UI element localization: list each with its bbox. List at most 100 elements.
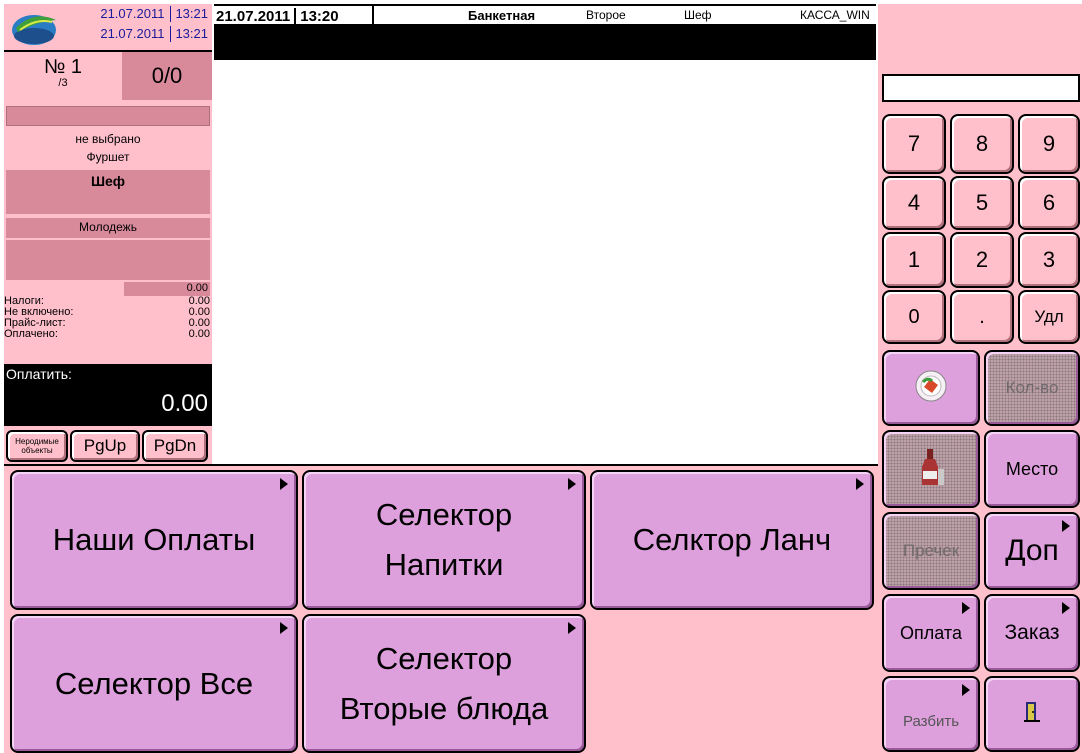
selector-main-courses[interactable]: Селектор Вторые блюда [302, 614, 586, 753]
bottles-button[interactable] [882, 430, 980, 508]
key-8-label: 8 [975, 131, 989, 156]
pgup-button[interactable]: PgUp [70, 430, 140, 462]
order-sub: /3 [58, 77, 68, 89]
split-button[interactable]: Разбить [882, 676, 980, 752]
bottles-icon [916, 447, 946, 492]
key-9[interactable]: 9 [1018, 114, 1080, 174]
selector-lunch[interactable]: Селктор Ланч [590, 470, 874, 610]
submenu-arrow-icon [568, 622, 576, 634]
key-1-label: 1 [907, 247, 921, 272]
key-4-label: 4 [907, 190, 921, 215]
submenu-arrow-icon [1062, 602, 1070, 614]
key-8[interactable]: 8 [950, 114, 1014, 174]
selector-all[interactable]: Селектор Все [10, 614, 298, 753]
header-black-bar [214, 24, 876, 60]
submenu-arrow-icon [962, 684, 970, 696]
submenu-arrow-icon [568, 478, 576, 490]
key-dot[interactable]: . [950, 290, 1014, 344]
hall-name: Банкетная [468, 8, 536, 23]
amount-value: 0.00 [186, 282, 208, 294]
extra-button[interactable]: Доп [984, 512, 1080, 590]
paid-label: Оплачено: [4, 328, 58, 340]
selector-all-label: Селектор Все [54, 665, 254, 701]
objects-label: Неродимые объекты [15, 437, 59, 455]
exit-button[interactable] [984, 676, 1080, 752]
submenu-arrow-icon [1062, 520, 1070, 532]
selector-drinks-line1: Селектор [375, 497, 513, 532]
date-bottom: 21.07.2011 13:21 [66, 26, 212, 42]
key-delete-label: Удл [1034, 307, 1064, 326]
info-line-4: Молодежь [6, 218, 210, 238]
selector-main-courses-line1: Селектор [375, 640, 513, 676]
paid-value: 0.00 [188, 328, 210, 340]
precheck-button[interactable]: Пречек [882, 512, 980, 590]
key-9-label: 9 [1042, 131, 1056, 156]
key-dot-label: . [979, 305, 985, 328]
status-strip [6, 106, 210, 126]
key-0[interactable]: 0 [882, 290, 946, 344]
key-1[interactable]: 1 [882, 232, 946, 288]
amount-left [6, 282, 124, 296]
submenu-arrow-icon [280, 478, 288, 490]
selector-drinks[interactable]: Селектор Напитки [302, 470, 586, 610]
pgup-label: PgUp [83, 436, 127, 455]
to-pay-box: Оплатить: 0.00 [4, 364, 212, 426]
pgdn-button[interactable]: PgDn [142, 430, 208, 462]
input-field[interactable] [882, 74, 1080, 102]
key-7[interactable]: 7 [882, 114, 946, 174]
key-5[interactable]: 5 [950, 176, 1014, 230]
logo [6, 8, 62, 48]
empty-field [6, 240, 210, 280]
selector-our-payments[interactable]: Наши Оплаты [10, 470, 298, 610]
key-6-label: 6 [1042, 190, 1056, 215]
info-line-2: Фуршет [6, 150, 210, 168]
food-plate-icon [914, 369, 948, 408]
selector-lunch-label: Селктор Ланч [632, 522, 832, 557]
to-pay-value: 0.00 [161, 390, 208, 417]
order-counter: 0/0 [151, 63, 183, 88]
objects-button[interactable]: Неродимые объекты [6, 430, 68, 462]
submenu-arrow-icon [962, 602, 970, 614]
payment-button[interactable]: Оплата [882, 594, 980, 672]
payment-label: Оплата [900, 622, 962, 643]
header-date: 21.07.2011 [216, 7, 291, 25]
key-4[interactable]: 4 [882, 176, 946, 230]
order-number-box: № 1 /3 [4, 52, 122, 100]
waiter-name: Шеф [684, 8, 712, 22]
place-button[interactable]: Место [984, 430, 1080, 508]
header-datetime: 21.07.2011 13:20 [214, 6, 374, 26]
date-top: 21.07.2011 13:21 [66, 6, 212, 22]
selector-main-courses-line2: Вторые блюда [339, 690, 549, 726]
place-label: Место [1005, 458, 1059, 479]
station-name: КАССА_WIN [800, 8, 870, 22]
key-3[interactable]: 3 [1018, 232, 1080, 288]
key-2-label: 2 [975, 247, 989, 272]
key-0-label: 0 [908, 305, 920, 328]
order-number: № 1 [43, 56, 83, 78]
selector-drinks-line2: Напитки [384, 547, 504, 582]
info-line-3: Шеф [6, 170, 210, 214]
info-line-1: не выбрано [6, 132, 210, 150]
submenu-arrow-icon [280, 622, 288, 634]
order-items-area[interactable] [214, 60, 876, 464]
date-bottom-value: 21.07.2011 [100, 26, 165, 41]
split-label: Разбить [902, 712, 960, 730]
submenu-arrow-icon [856, 478, 864, 490]
selector-our-payments-label: Наши Оплаты [52, 522, 256, 557]
key-2[interactable]: 2 [950, 232, 1014, 288]
extra-label: Доп [1005, 534, 1059, 567]
totals: Налоги: 0.00 Не включено: 0.00 Прайс-лист:… [4, 296, 210, 364]
key-6[interactable]: 6 [1018, 176, 1080, 230]
key-3-label: 3 [1042, 247, 1056, 272]
quantity-button[interactable]: Кол-во [984, 350, 1080, 426]
order-counter-box: 0/0 [122, 52, 212, 100]
quantity-label: Кол-во [1005, 378, 1059, 397]
header-time: 13:20 [294, 7, 339, 25]
menu-button[interactable] [882, 350, 980, 426]
order-label: Заказ [1004, 621, 1060, 644]
order-button[interactable]: Заказ [984, 594, 1080, 672]
key-7-label: 7 [907, 131, 921, 156]
key-delete[interactable]: Удл [1018, 290, 1080, 344]
time-bottom-value: 13:21 [170, 26, 208, 42]
amount-box: 0.00 [124, 282, 210, 296]
